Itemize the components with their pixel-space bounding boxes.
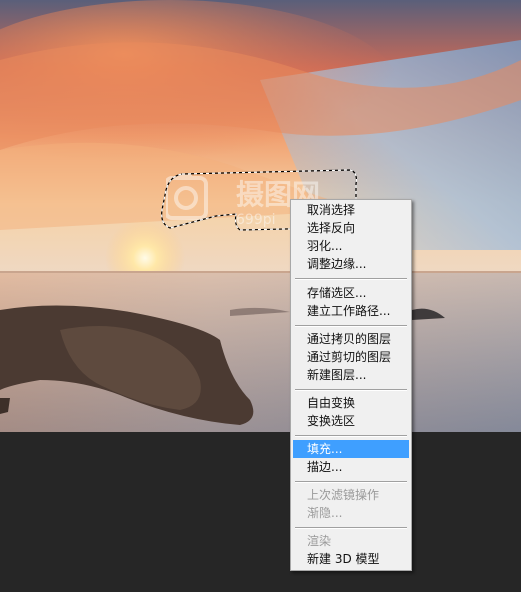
menu-item-make-work-path[interactable]: 建立工作路径... — [293, 302, 409, 320]
menu-item-render: 渲染 — [307, 534, 332, 548]
canvas-photo[interactable] — [0, 0, 521, 432]
canvas-background — [0, 432, 521, 592]
menu-separator — [295, 481, 407, 483]
menu-separator — [295, 435, 407, 437]
menu-item-layer-via-copy[interactable]: 通过拷贝的图层 — [293, 330, 409, 348]
menu-separator — [295, 278, 407, 280]
menu-item-feather[interactable]: 羽化... — [293, 237, 409, 255]
menu-item-fade: 渐隐... — [307, 506, 343, 520]
menu-item-transform-selection[interactable]: 变换选区 — [293, 412, 409, 430]
menu-item-select-inverse[interactable]: 选择反向 — [293, 219, 409, 237]
menu-item-new-3d-model[interactable]: 新建 3D 模型 — [293, 550, 409, 568]
menu-item-layer-via-cut[interactable]: 通过剪切的图层 — [293, 348, 409, 366]
menu-item-free-transform[interactable]: 自由变换 — [293, 394, 409, 412]
menu-item-fill[interactable]: 填充... — [293, 440, 409, 458]
menu-separator — [295, 389, 407, 391]
sunset-seascape-image — [0, 0, 521, 432]
menu-separator — [295, 527, 407, 529]
context-menu: 取消选择 选择反向 羽化... 调整边缘... 存储选区... 建立工作路径..… — [290, 199, 412, 571]
menu-item-deselect[interactable]: 取消选择 — [293, 201, 409, 219]
menu-item-refine-edge[interactable]: 调整边缘... — [293, 255, 409, 273]
menu-item-save-selection[interactable]: 存储选区... — [293, 284, 409, 302]
menu-item-stroke[interactable]: 描边... — [293, 458, 409, 476]
menu-separator — [295, 325, 407, 327]
menu-item-new-layer[interactable]: 新建图层... — [293, 366, 409, 384]
menu-item-last-filter: 上次滤镜操作 — [307, 488, 380, 502]
